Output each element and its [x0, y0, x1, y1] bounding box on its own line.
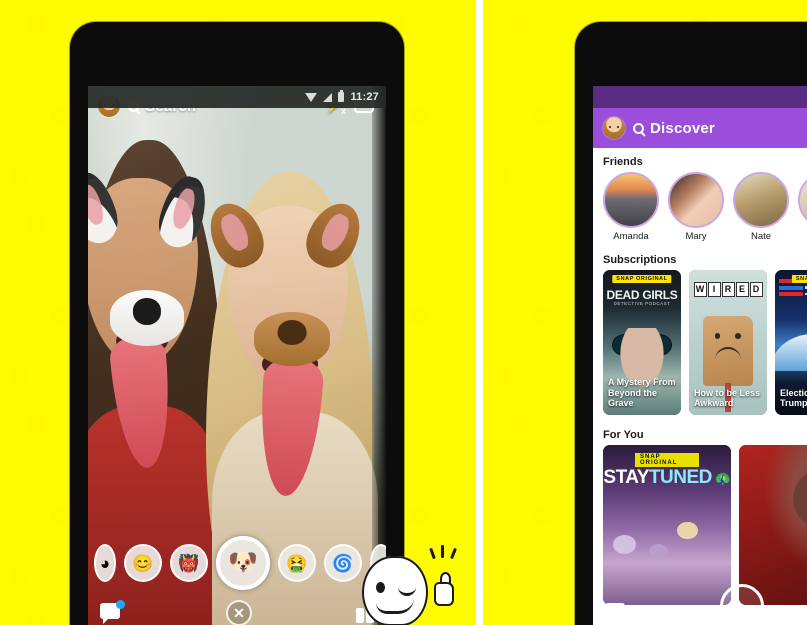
phone-frame-camera: 11:27 Search ⚡x — [70, 22, 404, 625]
snapchat-ghost-winking-sticker — [362, 545, 458, 625]
close-icon[interactable]: ✕ — [226, 600, 252, 625]
avatar — [733, 172, 789, 228]
friend-name: Nate — [750, 231, 772, 242]
lens-rainbow-vomit[interactable]: 🤮 — [278, 544, 316, 582]
thumbs-up-icon — [432, 572, 458, 606]
winking-ghost-face-icon — [362, 556, 428, 625]
story-card[interactable]: SNAP ORIGINAL STAYTUNED 🦚 — [603, 445, 731, 605]
phone-frame-discover: Discover Friends Amanda Mary Nate Subscripti… — [575, 22, 807, 625]
status-bar — [593, 86, 807, 108]
spark-icon — [441, 545, 444, 558]
camera-bottom-nav: ✕ — [88, 590, 386, 625]
story-cards-row: DEAD GIRLS DETECTIVE PODCAST ☠ ☠ SNAP ORIGIN… — [593, 270, 807, 421]
card-artwork — [739, 445, 807, 605]
story-card[interactable]: DEAD GIRLS DETECTIVE PODCAST ☠ ☠ SNAP ORIGIN… — [603, 270, 681, 415]
lens-cyan-eye[interactable]: 🌀 — [324, 544, 362, 582]
dog-snout-icon — [254, 312, 330, 366]
card-artwork: SNAP ORIGINAL STAYTUNED 🦚 — [603, 445, 731, 605]
card-logo-sub: DETECTIVE PODCAST — [613, 301, 671, 306]
card-logo: DEAD GIRLS — [606, 288, 678, 302]
friend-item[interactable]: Nate — [733, 172, 789, 242]
discover-header: Discover — [593, 108, 807, 148]
card-title: A Mystery From Beyond the Grave — [608, 377, 676, 409]
wifi-icon — [305, 92, 318, 102]
left-yellow-panel: 11:27 Search ⚡x — [0, 0, 476, 625]
camera-screen: 11:27 Search ⚡x — [88, 86, 386, 625]
lens-edge-left[interactable]: ◕ — [94, 544, 116, 582]
story-cards-row: SNAP ORIGINAL STAYTUNED 🦚 — [593, 445, 807, 611]
right-yellow-panel: Discover Friends Amanda Mary Nate Subscripti… — [483, 0, 807, 625]
card-badge: SNAP ORIGINAL — [612, 275, 672, 283]
section-title: Friends — [603, 156, 643, 168]
signal-icon — [323, 92, 333, 102]
section-title: Subscriptions — [603, 254, 677, 266]
discover-screen: Discover Friends Amanda Mary Nate Subscripti… — [593, 86, 807, 625]
peacock-nbc-icon: 🦚 — [714, 471, 731, 486]
card-badge: SNAP ORIGINAL — [635, 453, 699, 467]
chat-icon[interactable] — [100, 600, 125, 624]
search-icon — [633, 122, 644, 134]
lens-carousel[interactable]: ◕😊👹🐶🤮🌀◔ — [88, 534, 386, 592]
story-card[interactable]: SNAP ORIG Election D Trump vs Wave — [775, 270, 807, 415]
card-logo: WIRED — [693, 282, 763, 297]
friend-name: Amanda — [613, 231, 649, 242]
friend-item[interactable]: Amanda — [603, 172, 659, 242]
story-card[interactable] — [739, 445, 807, 605]
spark-icon — [450, 547, 457, 560]
screenshot-stage: 11:27 Search ⚡x — [0, 0, 807, 625]
status-bar: 11:27 — [88, 86, 386, 108]
battery-icon — [338, 90, 345, 102]
section-title: For You — [603, 429, 644, 441]
card-title: Election D Trump vs Wave — [780, 387, 807, 409]
unread-badge — [116, 600, 125, 609]
friends-row: Amanda Mary Nate — [593, 172, 807, 246]
chat-icon[interactable] — [605, 603, 627, 624]
panel-divider — [476, 0, 483, 625]
card-logo: STAYTUNED 🦚 — [603, 467, 731, 488]
status-bar-time: 11:27 — [350, 91, 379, 103]
avatar — [798, 172, 807, 228]
avatar[interactable] — [603, 117, 625, 139]
friend-item[interactable]: Mary — [668, 172, 724, 242]
card-title: How to be Less Awkward — [694, 387, 761, 409]
avatar — [603, 172, 659, 228]
spark-icon — [429, 547, 436, 560]
story-card[interactable]: W I R E D How to be Less Awkward — [689, 270, 767, 415]
friend-item[interactable] — [798, 172, 807, 242]
avatar — [668, 172, 724, 228]
discover-bottom-nav — [593, 584, 807, 625]
friend-name: Mary — [685, 231, 707, 242]
discover-content[interactable]: Friends Amanda Mary Nate Subscriptions DEAD G… — [593, 148, 807, 625]
lens-dog-face[interactable]: 🐶 — [216, 536, 270, 590]
card-badge: SNAP ORIG — [791, 275, 807, 283]
camera-shutter-button[interactable] — [720, 584, 764, 625]
discover-search-button[interactable]: Discover — [633, 120, 715, 137]
lens-red-devil[interactable]: 👹 — [170, 544, 208, 582]
lens-cute-face[interactable]: 😊 — [124, 544, 162, 582]
dog-snout-icon — [110, 290, 184, 346]
discover-label: Discover — [650, 119, 715, 137]
